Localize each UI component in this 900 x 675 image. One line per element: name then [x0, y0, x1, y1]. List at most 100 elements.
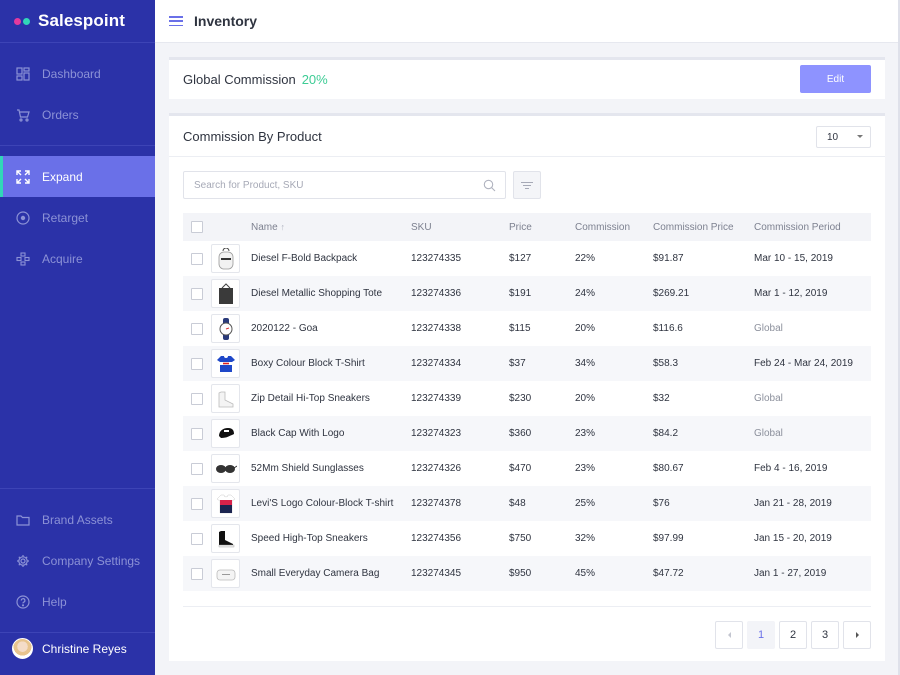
column-header-name[interactable]: Name ↑ [251, 213, 411, 241]
column-header-commission-period[interactable]: Commission Period [754, 213, 871, 241]
column-header-price[interactable]: Price [509, 213, 575, 241]
row-checkbox[interactable] [191, 322, 203, 335]
page-button-3[interactable]: 3 [811, 621, 839, 649]
product-commission: 24% [575, 288, 596, 299]
table-header-row: Name ↑ SKU Price Commission Commission P… [183, 213, 871, 241]
row-checkbox[interactable] [191, 392, 203, 405]
product-thumbnail [211, 419, 240, 448]
sidebar-item-dashboard[interactable]: Dashboard [0, 53, 155, 94]
expand-icon [16, 169, 30, 184]
table-row[interactable]: Boxy Colour Block T-Shirt 123274334 $37 34%… [183, 346, 871, 381]
product-name[interactable]: Small Everyday Camera Bag [251, 556, 411, 591]
product-commission-price: $32 [653, 393, 670, 404]
page-button-1[interactable]: 1 [747, 621, 775, 649]
product-name[interactable]: Diesel Metallic Shopping Tote [251, 276, 411, 311]
product-commission-price: $76 [653, 498, 670, 509]
row-checkbox[interactable] [191, 567, 203, 580]
sidebar-item-orders[interactable]: Orders [0, 94, 155, 135]
page-button-2[interactable]: 2 [779, 621, 807, 649]
product-thumbnail [211, 279, 240, 308]
sidebar-item-company-settings[interactable]: Company Settings [0, 540, 155, 581]
table-row[interactable]: 52Mm Shield Sunglasses 123274326 $470 23% $8… [183, 451, 871, 486]
product-sku: 123274336 [411, 288, 462, 299]
product-sku: 123274339 [411, 393, 462, 404]
column-header-sku[interactable]: SKU [411, 213, 509, 241]
brand-logo[interactable]: Salespoint [0, 0, 155, 43]
next-page-button[interactable] [843, 621, 871, 649]
column-header-commission-price[interactable]: Commission Price [653, 213, 754, 241]
global-commission-card: Global Commission 20% Edit [169, 57, 885, 99]
table-row[interactable]: Black Cap With Logo 123274323 $360 23% $84.2… [183, 416, 871, 451]
product-commission-price: $269.21 [653, 288, 690, 299]
product-name[interactable]: Boxy Colour Block T-Shirt [251, 346, 411, 381]
product-commission-price: $91.87 [653, 253, 684, 264]
row-checkbox[interactable] [191, 357, 203, 370]
sidebar-item-label: Help [42, 594, 67, 609]
product-name[interactable]: 52Mm Shield Sunglasses [251, 451, 411, 486]
product-name[interactable]: 2020122 - Goa [251, 311, 411, 346]
table-row[interactable]: Diesel F-Bold Backpack 123274335 $127 22% $9… [183, 241, 871, 276]
table-row[interactable]: Diesel Metallic Shopping Tote 123274336 $1… [183, 276, 871, 311]
sidebar-item-label: Dashboard [42, 66, 101, 81]
menu-icon[interactable] [169, 16, 183, 26]
sidebar-item-label: Expand [42, 169, 83, 184]
sidebar: Salespoint Dashboard Orders Expand Retar… [0, 0, 155, 675]
divider [183, 606, 871, 607]
sort-ascending-icon: ↑ [280, 221, 285, 232]
product-sku: 123274345 [411, 568, 462, 579]
user-profile[interactable]: Christine Reyes [0, 622, 155, 675]
sidebar-item-expand[interactable]: Expand [0, 156, 155, 197]
row-checkbox[interactable] [191, 532, 203, 545]
table-row[interactable]: Speed High-Top Sneakers 123274356 $750 32% $… [183, 521, 871, 556]
cart-icon [16, 108, 30, 122]
table-row[interactable]: Small Everyday Camera Bag 123274345 $950 45… [183, 556, 871, 591]
search-icon[interactable] [483, 179, 496, 195]
sidebar-item-acquire[interactable]: Acquire [0, 238, 155, 279]
row-checkbox[interactable] [191, 497, 203, 510]
table-row[interactable]: 2020122 - Goa 123274338 $115 20% $116.6 Globa… [183, 311, 871, 346]
nav-group-primary: Dashboard Orders [0, 43, 155, 146]
product-commission-period: Mar 1 - 12, 2019 [754, 288, 828, 299]
commission-by-product-card: Commission By Product 10 Search for Prod… [169, 113, 885, 661]
sidebar-item-retarget[interactable]: Retarget [0, 197, 155, 238]
logo-dot-teal-icon [23, 17, 30, 25]
row-checkbox[interactable] [191, 427, 203, 440]
product-thumbnail [211, 314, 240, 343]
product-thumbnail [211, 454, 240, 483]
product-name[interactable]: Levi'S Logo Colour-Block T-shirt [251, 486, 411, 521]
product-commission: 45% [575, 568, 596, 579]
product-name[interactable]: Diesel F-Bold Backpack [251, 241, 411, 276]
avatar [12, 638, 33, 659]
row-checkbox[interactable] [191, 287, 203, 300]
sidebar-item-label: Orders [42, 107, 79, 122]
product-name[interactable]: Speed High-Top Sneakers [251, 521, 411, 556]
target-icon [16, 210, 30, 225]
sidebar-item-help[interactable]: Help [0, 581, 155, 622]
select-all-checkbox[interactable] [191, 221, 203, 233]
product-price: $37 [509, 358, 526, 369]
product-sku: 123274378 [411, 498, 462, 509]
product-sku: 123274335 [411, 253, 462, 264]
table-row[interactable]: Zip Detail Hi-Top Sneakers 123274339 $230 2… [183, 381, 871, 416]
product-price: $127 [509, 253, 532, 264]
row-checkbox[interactable] [191, 462, 203, 475]
search-placeholder: Search for Product, SKU [194, 179, 304, 191]
table-row[interactable]: Levi'S Logo Colour-Block T-shirt 12327437… [183, 486, 871, 521]
prev-page-button[interactable] [715, 621, 743, 649]
product-sku: 123274334 [411, 358, 462, 369]
edit-button[interactable]: Edit [800, 65, 871, 93]
sidebar-item-brand-assets[interactable]: Brand Assets [0, 499, 155, 540]
card-title: Commission By Product [183, 128, 322, 144]
logo-dot-pink-icon [14, 17, 21, 25]
product-commission-period: Global [754, 323, 783, 334]
product-name[interactable]: Zip Detail Hi-Top Sneakers [251, 381, 411, 416]
row-checkbox[interactable] [191, 252, 203, 265]
filter-button[interactable] [513, 171, 541, 199]
product-name[interactable]: Black Cap With Logo [251, 416, 411, 451]
per-page-select[interactable]: 10 [816, 126, 871, 148]
chevron-down-icon [857, 135, 863, 138]
column-header-commission[interactable]: Commission [575, 213, 653, 241]
top-header: Inventory [155, 0, 900, 43]
search-input[interactable]: Search for Product, SKU [183, 171, 506, 199]
product-thumbnail [211, 349, 240, 378]
